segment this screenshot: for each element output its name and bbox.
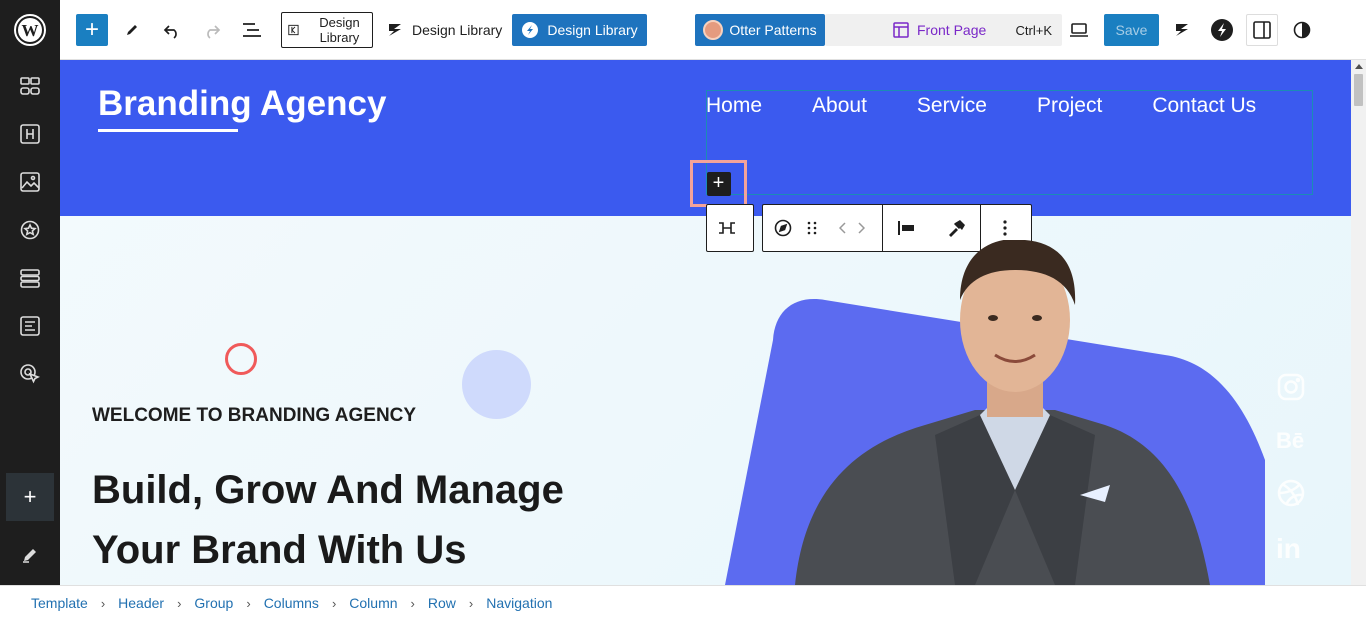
breadcrumb-separator-icon: › xyxy=(246,595,251,611)
instagram-icon[interactable] xyxy=(1276,372,1306,407)
breadcrumb-header[interactable]: Header xyxy=(118,595,164,611)
desktop-preview-icon[interactable] xyxy=(1063,14,1095,46)
svg-text:W: W xyxy=(22,21,39,40)
add-block-button[interactable]: + xyxy=(706,171,731,196)
design-library-plain-label: Design Library xyxy=(412,22,503,38)
star-circle-icon[interactable] xyxy=(14,214,46,246)
breadcrumb-navigation[interactable]: Navigation xyxy=(486,595,552,611)
wordpress-logo-icon[interactable]: W xyxy=(0,0,60,60)
nav-item-service[interactable]: Service xyxy=(917,94,987,118)
svg-text:in: in xyxy=(1276,533,1301,562)
nav-item-project[interactable]: Project xyxy=(1037,94,1102,118)
hero-headline-line-1: Build, Grow And Manage xyxy=(92,468,564,512)
hero-eyebrow[interactable]: WELCOME TO BRANDING AGENCY xyxy=(92,405,416,427)
undo-icon[interactable] xyxy=(156,14,188,46)
otter-patterns-button[interactable]: Otter Patterns xyxy=(695,14,825,46)
document-overview-icon[interactable] xyxy=(236,14,268,46)
behance-icon[interactable]: Bē xyxy=(1276,426,1308,459)
stackable-logo-icon xyxy=(389,24,401,36)
design-library-plain-button[interactable]: Design Library xyxy=(386,14,502,46)
redo-icon[interactable] xyxy=(196,14,228,46)
site-editor: W + + Design Library Design Library Desi… xyxy=(0,0,1366,620)
otter-patterns-label: Otter Patterns xyxy=(729,22,817,38)
sidebar-add-button[interactable]: + xyxy=(6,473,54,521)
hero-portrait-image[interactable] xyxy=(725,240,1285,585)
admin-sidebar: W + xyxy=(0,0,60,585)
navigation-menu[interactable]: Home About Service Project Contact Us xyxy=(706,94,1256,118)
design-library-blue-label: Design Library xyxy=(547,22,638,38)
canvas-scrollbar[interactable] xyxy=(1351,60,1366,585)
hero-headline-line-2: Your Brand With Us xyxy=(92,528,467,572)
tools-pencil-icon[interactable] xyxy=(116,14,148,46)
settings-sidebar-icon[interactable] xyxy=(1246,14,1278,46)
save-button[interactable]: Save xyxy=(1104,14,1159,46)
heading-block-icon[interactable] xyxy=(14,118,46,150)
template-layout-icon xyxy=(893,22,909,38)
block-inserter-button[interactable]: + xyxy=(76,14,108,46)
nav-item-contact[interactable]: Contact Us xyxy=(1152,94,1256,118)
breadcrumb-column[interactable]: Column xyxy=(349,595,397,611)
styles-contrast-icon[interactable] xyxy=(1286,14,1318,46)
breadcrumb-separator-icon: › xyxy=(331,595,337,611)
breadcrumb-separator-icon: › xyxy=(468,595,474,611)
breadcrumb-template[interactable]: Template xyxy=(31,595,88,611)
patterns-icon[interactable] xyxy=(14,70,46,102)
editor-canvas[interactable]: Branding Agency Home About Service Proje… xyxy=(60,60,1351,585)
scroll-up-arrow-icon[interactable] xyxy=(1355,64,1363,69)
spectra-settings-icon[interactable] xyxy=(1206,14,1238,46)
linkedin-icon[interactable]: in xyxy=(1276,532,1306,567)
block-breadcrumb: Template › Header › Group › Columns › Co… xyxy=(0,585,1366,620)
cursor-target-icon[interactable] xyxy=(14,358,46,390)
decorative-blue-circle xyxy=(462,350,531,419)
layers-icon[interactable] xyxy=(14,262,46,294)
command-page-label: Front Page xyxy=(917,22,987,38)
breadcrumb-separator-icon: › xyxy=(410,595,415,611)
breadcrumb-separator-icon: › xyxy=(100,595,106,611)
breadcrumb-row[interactable]: Row xyxy=(428,595,456,611)
dribbble-icon[interactable] xyxy=(1276,478,1306,513)
otter-avatar xyxy=(703,20,724,40)
nav-item-about[interactable]: About xyxy=(812,94,867,118)
svg-text:Bē: Bē xyxy=(1276,428,1304,453)
breadcrumb-separator-icon: › xyxy=(177,595,182,611)
hero-headline[interactable]: Build, Grow And Manage Your Brand With U… xyxy=(92,460,692,580)
design-library-outline-button[interactable]: Design Library xyxy=(281,12,373,48)
site-title[interactable]: Branding Agency xyxy=(98,84,386,124)
form-icon[interactable] xyxy=(14,310,46,342)
image-block-icon[interactable] xyxy=(14,166,46,198)
design-library-blue-button[interactable]: Design Library xyxy=(512,14,647,46)
scroll-thumb[interactable] xyxy=(1354,74,1363,106)
block-appender-highlight: + xyxy=(690,160,747,207)
design-library-outline-label: Design Library xyxy=(319,15,360,45)
breadcrumb-columns[interactable]: Columns xyxy=(264,595,319,611)
command-center[interactable]: Front Page Ctrl+K xyxy=(825,14,1062,46)
pencil-icon[interactable] xyxy=(14,539,46,571)
library-k-icon xyxy=(288,24,299,36)
breadcrumb-group[interactable]: Group xyxy=(194,595,233,611)
command-shortcut: Ctrl+K xyxy=(1015,22,1052,38)
site-header[interactable]: Branding Agency Home About Service Proje… xyxy=(60,60,1351,216)
stackable-settings-icon[interactable] xyxy=(1166,14,1198,46)
editor-toolbar: + Design Library Design Library Design L… xyxy=(60,0,1366,60)
decorative-red-ring xyxy=(225,343,257,375)
spectra-logo-icon xyxy=(522,22,539,38)
title-underline xyxy=(98,129,238,132)
nav-item-home[interactable]: Home xyxy=(706,94,762,118)
